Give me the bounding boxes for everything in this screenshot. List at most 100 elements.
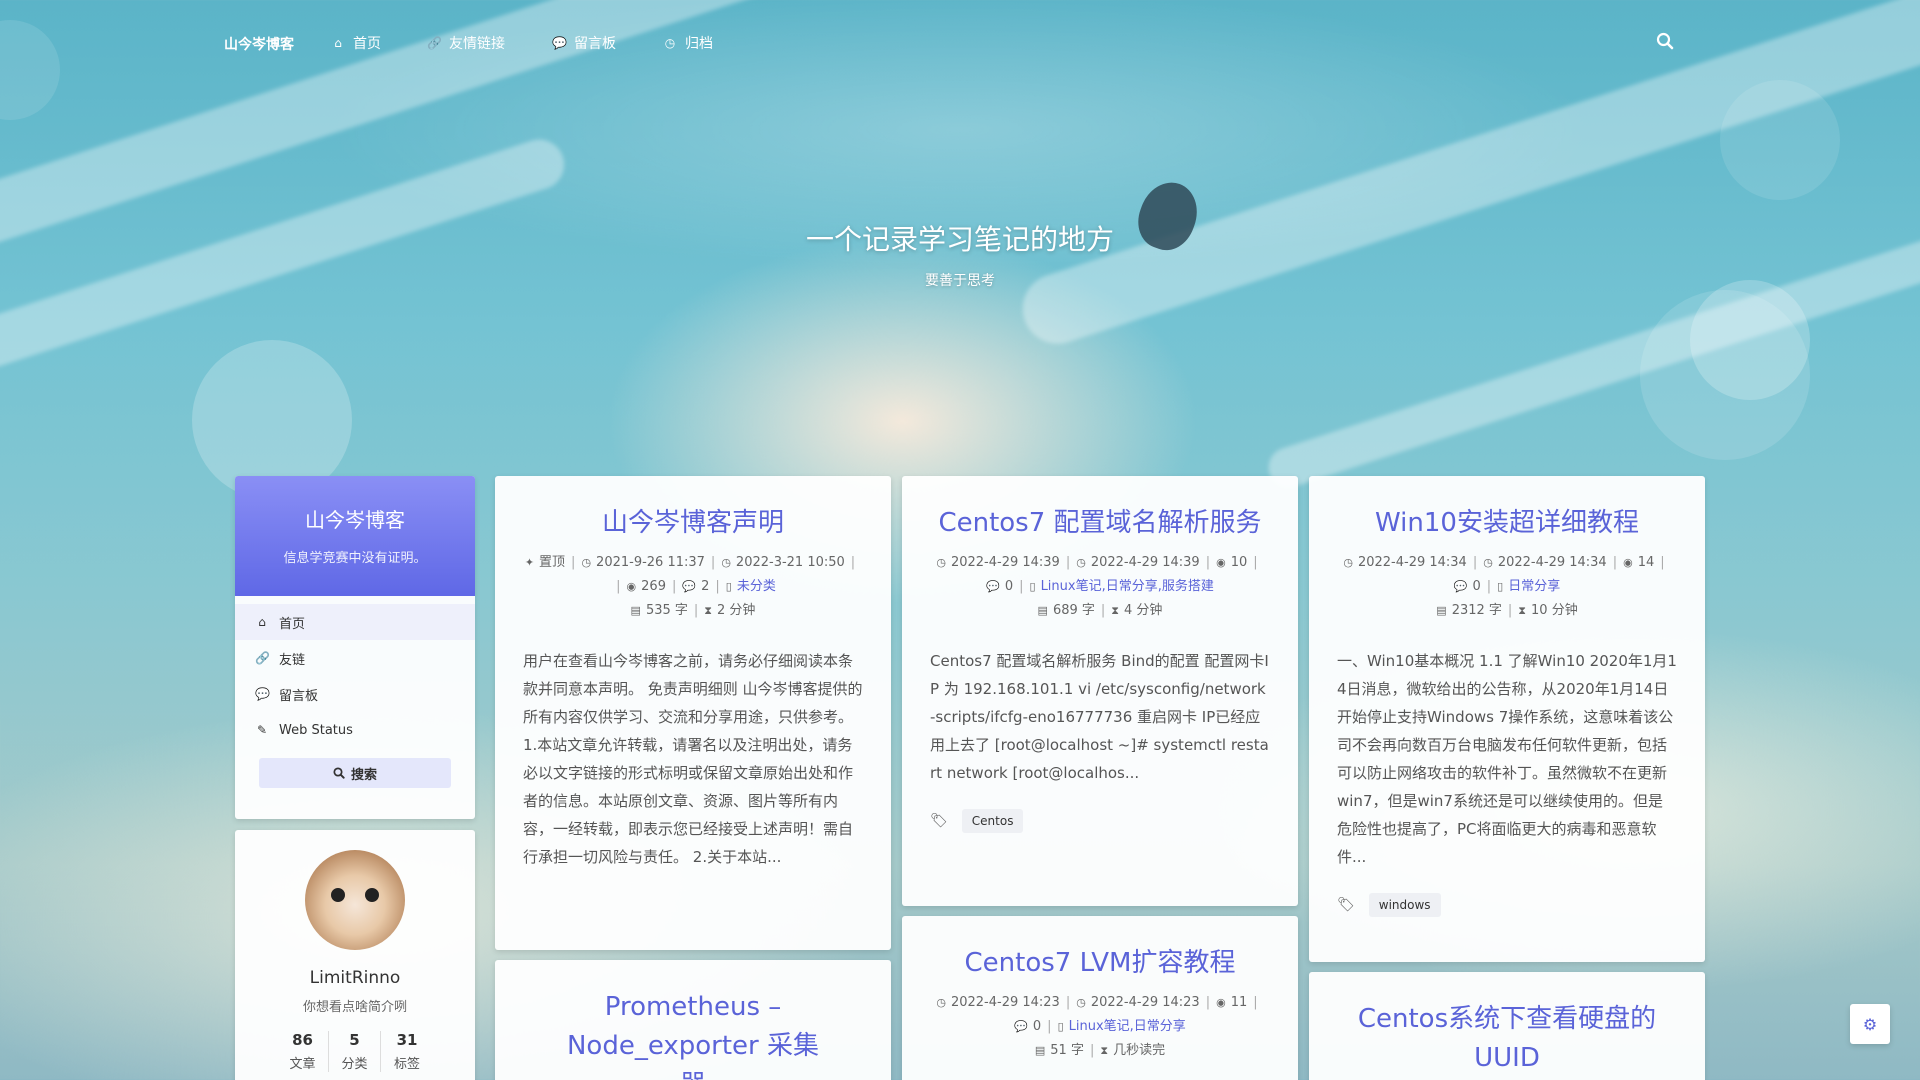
post-created: 2022-4-29 14:34 (1357, 555, 1467, 570)
post-excerpt: 用户在查看山今岑博客之前，请务必仔细阅读本条款并同意本声明。 免责声明细则 山今… (523, 652, 863, 866)
home-icon: ⌂ (334, 36, 342, 50)
nav-item-label: 首页 (353, 36, 381, 52)
post-title[interactable]: Centos7 LVM扩容教程 (930, 944, 1270, 983)
post-title[interactable]: 山今岑博客声明 (523, 504, 863, 543)
clock-icon: ◷ (664, 36, 676, 50)
tags-icon: 🏷 (1337, 897, 1355, 913)
stat-value: 5 (349, 1031, 360, 1049)
post-views: 11 (1230, 995, 1248, 1010)
search-icon (1656, 32, 1674, 50)
home-icon: ⌂ (258, 615, 266, 629)
post-title[interactable]: Centos7 配置域名解析服务 (930, 504, 1270, 543)
bookmark-icon: ▯ (1497, 580, 1504, 593)
clock-icon: ◷ (936, 556, 946, 569)
clock-icon: ◷ (936, 996, 946, 1009)
clock-icon: ◷ (1076, 556, 1086, 569)
stat-posts[interactable]: 86 文章 (277, 1031, 329, 1072)
post-comments: 0 (1032, 1019, 1042, 1034)
sidebar-item-label: Web Status (279, 722, 353, 738)
post-created: 2022-4-29 14:23 (950, 995, 1060, 1010)
search-icon (333, 767, 345, 779)
sidebar-menu: ⌂ 首页 🔗 友链 💬 留言板 ✎ Web Status 搜索 (235, 596, 475, 808)
clock-icon: ◷ (581, 556, 592, 569)
author-card: LimitRinno 你想看点啥简介咧 86 文章 5 分类 31 标签 (235, 830, 475, 1080)
eye-icon: ◉ (626, 580, 637, 593)
post-meta: ◷ 2022-4-29 14:39 | ◷ 2022-4-29 14:39 | ◉ 10 | 💬… (936, 555, 1258, 618)
post-card: Centos7 LVM扩容教程 ◷ 2022-4-29 14:23 | ◷ 2022-4… (902, 916, 1298, 1080)
sidebar-search-button[interactable]: 搜索 (259, 758, 451, 788)
stat-tags[interactable]: 31 标签 (381, 1031, 433, 1072)
stat-value: 86 (292, 1031, 313, 1049)
stat-label: 分类 (341, 1057, 368, 1072)
file-icon: ▤ (1034, 1044, 1046, 1057)
avatar[interactable] (305, 850, 405, 950)
sidebar-item-guestbook[interactable]: 💬 留言板 (235, 676, 475, 712)
post-card: Prometheus – Node_exporter 采集器 (495, 960, 891, 1080)
post-tags: 🏷 Centos (930, 809, 1270, 833)
post-card: Centos7 配置域名解析服务 ◷ 2022-4-29 14:39 | ◷ 2022-… (902, 476, 1298, 906)
post-title[interactable]: Prometheus – Node_exporter 采集器 (523, 988, 863, 1080)
post-title[interactable]: Centos系统下查看硬盘的UUID (1337, 1000, 1677, 1078)
post-created: 2022-4-29 14:39 (950, 555, 1060, 570)
nav-item-friend-links[interactable]: 🔗 友情链接 (427, 33, 505, 53)
post-views: 269 (641, 579, 666, 594)
clock-icon: ◷ (1483, 556, 1493, 569)
bookmark-icon: ▯ (1029, 580, 1036, 593)
sidebar-search-label: 搜索 (350, 767, 377, 783)
post-words: 689 字 (1052, 603, 1095, 618)
post-meta: ◷ 2022-4-29 14:34 | ◷ 2022-4-29 14:34 | ◉ 14 | 💬… (1343, 555, 1665, 618)
post-updated: 2022-4-29 14:39 (1090, 555, 1200, 570)
post-read-time: 几秒读完 (1113, 1043, 1166, 1058)
comment-icon: 💬 (552, 36, 567, 50)
nav-item-guestbook[interactable]: 💬 留言板 (552, 33, 616, 53)
post-read-time: 10 分钟 (1531, 603, 1578, 618)
hourglass-icon: ⧗ (1100, 1044, 1109, 1057)
comment-icon: 💬 (1453, 580, 1468, 593)
sidebar-item-links[interactable]: 🔗 友链 (235, 640, 475, 676)
post-comments: 0 (1004, 579, 1014, 594)
tag-chip[interactable]: windows (1368, 893, 1441, 917)
post-card: 山今岑博客声明 ✦ 置顶 | ◷ 2021-9-26 11:37 | ◷ 2022-3-21 … (495, 476, 891, 950)
sidebar-description: 信息学竞赛中没有证明。 (283, 551, 427, 566)
nav-item-home[interactable]: ⌂ 首页 (331, 33, 381, 53)
stat-categories[interactable]: 5 分类 (329, 1031, 381, 1072)
post-views: 10 (1230, 555, 1248, 570)
bookmark-icon: ▯ (725, 580, 732, 593)
post-views: 14 (1637, 555, 1655, 570)
site-brand[interactable]: 山今岑博客 (224, 34, 294, 54)
link-icon: 🔗 (255, 651, 270, 665)
post-category[interactable]: Linux笔记,日常分享 (1069, 1019, 1186, 1034)
sidebar-item-label: 友链 (279, 652, 306, 668)
pin-icon: ✦ (524, 556, 535, 569)
post-words: 51 字 (1050, 1043, 1084, 1058)
pinned-label: 置顶 (539, 555, 566, 570)
stat-label: 标签 (393, 1057, 420, 1072)
post-comments: 0 (1472, 579, 1481, 594)
sidebar-item-label: 留言板 (279, 688, 319, 704)
post-title[interactable]: Win10安装超详细教程 (1337, 504, 1677, 543)
hero-title: 一个记录学习笔记的地方 (805, 223, 1114, 256)
search-button[interactable] (1656, 32, 1678, 54)
file-icon: ▤ (1436, 604, 1447, 617)
stat-value: 31 (396, 1031, 418, 1049)
settings-button[interactable]: ⚙ (1850, 1004, 1890, 1044)
post-meta: ◷ 2022-4-29 14:23 | ◷ 2022-4-29 14:23 | ◉ 11 | 💬… (936, 995, 1258, 1058)
sidebar-header: 山今岑博客 信息学竞赛中没有证明。 (235, 476, 475, 596)
status-icon: ✎ (256, 723, 268, 737)
author-name: LimitRinno (309, 968, 401, 988)
sidebar-item-home[interactable]: ⌂ 首页 (235, 604, 475, 640)
post-updated: 2022-3-21 10:50 (735, 555, 845, 570)
tag-chip[interactable]: Centos (961, 809, 1024, 833)
sidebar-item-web-status[interactable]: ✎ Web Status (235, 712, 475, 748)
post-words: 2312 字 (1451, 603, 1502, 618)
hourglass-icon: ⧗ (1518, 604, 1527, 617)
nav-item-archive[interactable]: ◷ 归档 (663, 33, 713, 53)
file-icon: ▤ (630, 604, 641, 617)
post-category[interactable]: 日常分享 (1508, 579, 1560, 594)
post-read-time: 2 分钟 (717, 603, 756, 618)
post-category[interactable]: 未分类 (737, 579, 776, 594)
post-category[interactable]: Linux笔记,日常分享,服务搭建 (1041, 579, 1214, 594)
author-bio: 你想看点啥简介咧 (302, 1000, 407, 1015)
post-updated: 2022-4-29 14:23 (1090, 995, 1200, 1010)
post-words: 535 字 (645, 603, 688, 618)
